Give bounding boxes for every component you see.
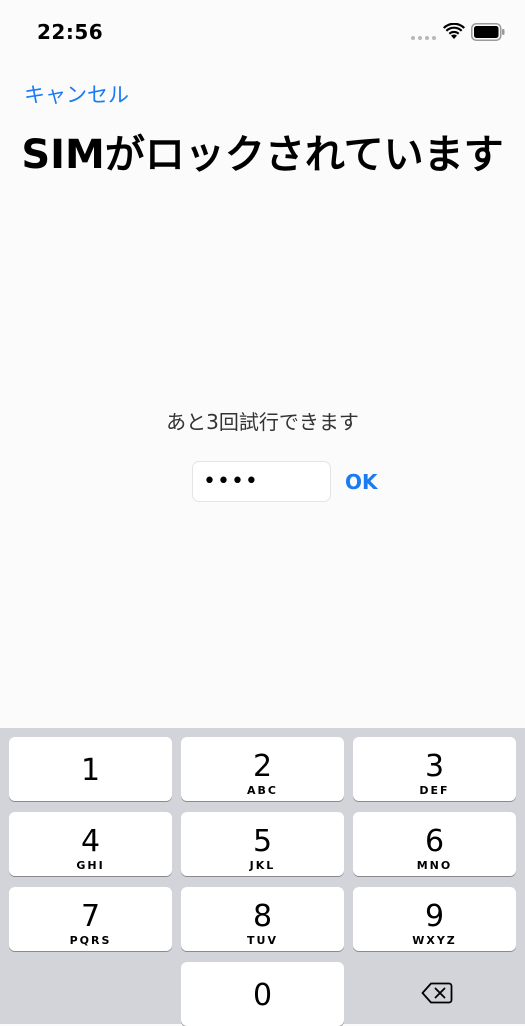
key-8[interactable]: 8 TUV [181, 887, 344, 951]
delete-button[interactable] [353, 962, 516, 1026]
key-4[interactable]: 4 GHI [9, 812, 172, 876]
key-3[interactable]: 3 DEF [353, 737, 516, 801]
key-digit: 5 [252, 824, 273, 859]
key-2[interactable]: 2 ABC [181, 737, 344, 801]
key-digit: 8 [252, 899, 273, 934]
key-letters: PQRS [69, 934, 112, 947]
numeric-keypad: 1 2 ABC 3 DEF 4 GHI 5 JKL 6 MNO 7 PQRS 8… [0, 728, 525, 1026]
cellular-signal-icon [411, 36, 436, 40]
key-letters: MNO [416, 859, 453, 872]
pin-input[interactable]: •••• [192, 461, 331, 502]
key-digit: 0 [252, 978, 273, 1013]
key-7[interactable]: 7 PQRS [9, 887, 172, 951]
key-digit: 9 [424, 899, 445, 934]
page-title: SIMがロックされています [21, 132, 504, 178]
key-digit: 6 [424, 824, 445, 859]
key-letters: DEF [419, 784, 450, 797]
key-letters: TUV [247, 934, 278, 947]
backspace-icon [421, 982, 453, 1004]
key-digit: 7 [80, 899, 101, 934]
key-6[interactable]: 6 MNO [353, 812, 516, 876]
ok-button[interactable]: OK [345, 470, 378, 494]
key-letters: GHI [76, 859, 105, 872]
battery-icon [471, 23, 505, 41]
key-digit: 3 [424, 749, 445, 784]
key-digit: 2 [252, 749, 273, 784]
cancel-button[interactable]: キャンセル [24, 79, 129, 109]
key-letters: JKL [249, 859, 276, 872]
key-letters: ABC [247, 784, 278, 797]
attempts-remaining-text: あと3回試行できます [166, 410, 359, 434]
wifi-icon [443, 23, 465, 39]
key-letters: WXYZ [412, 934, 457, 947]
key-digit: 4 [80, 824, 101, 859]
key-1[interactable]: 1 [9, 737, 172, 801]
key-5[interactable]: 5 JKL [181, 812, 344, 876]
key-9[interactable]: 9 WXYZ [353, 887, 516, 951]
key-digit: 1 [80, 753, 101, 788]
status-time: 22:56 [37, 20, 104, 44]
status-bar: 22:56 [0, 0, 525, 60]
key-0[interactable]: 0 [181, 962, 344, 1026]
